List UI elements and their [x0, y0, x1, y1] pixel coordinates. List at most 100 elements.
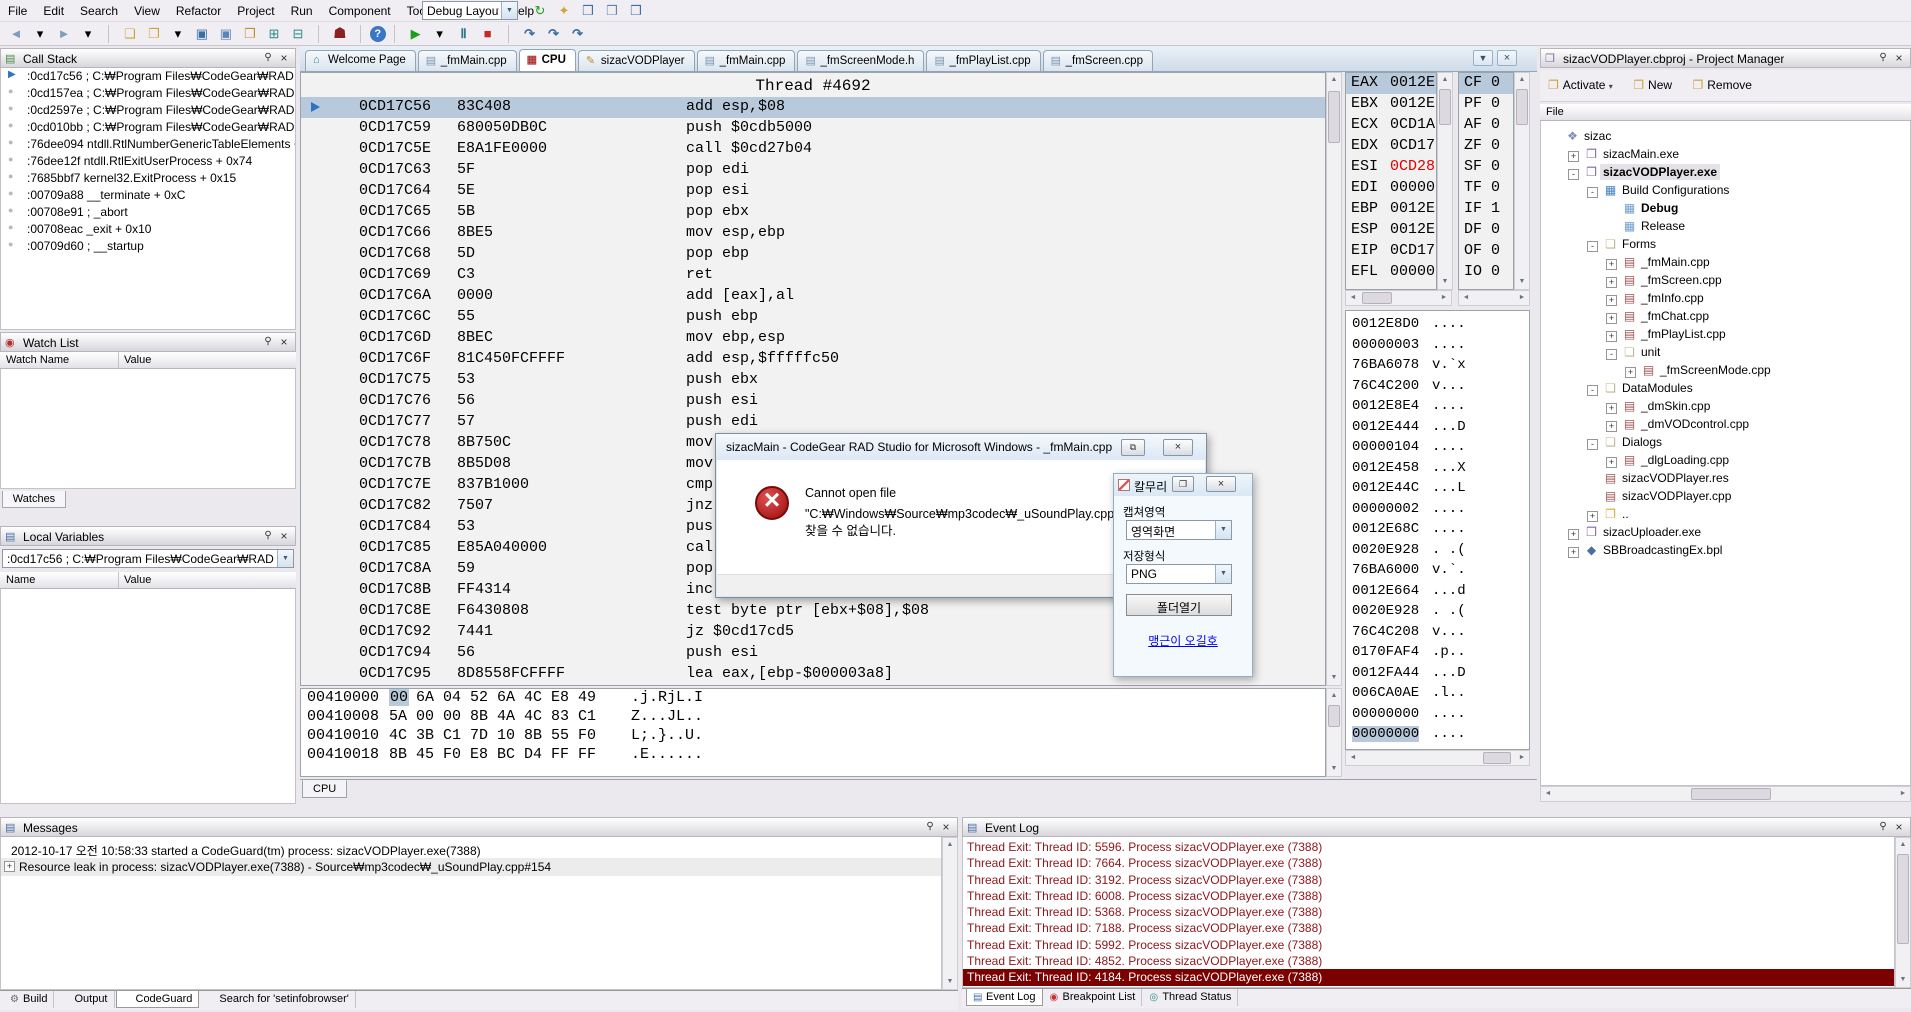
stack-row[interactable]: 0012E44C...L	[1346, 479, 1529, 500]
project-tree-row[interactable]: sizac	[1541, 129, 1910, 147]
capture-icon[interactable]: ❐	[1172, 476, 1194, 492]
project-tree-row[interactable]: Release	[1541, 219, 1910, 237]
disasm-row[interactable]: 0CD17C7757push edi	[301, 412, 1325, 433]
scroll-left-icon[interactable]	[1346, 751, 1360, 765]
pin-icon[interactable]	[261, 52, 275, 65]
file-toolbar-button[interactable]: ⊞	[262, 24, 286, 44]
project-tree-hscrollbar[interactable]	[1540, 786, 1911, 802]
editor-tab[interactable]: _fmScreen.cpp	[1043, 50, 1153, 71]
memory-row[interactable]: 004100104C 3B C1 7D 10 8B 55 F0L;.}..U.	[301, 727, 1325, 746]
stack-row[interactable]: 00000000....	[1346, 725, 1529, 746]
step-toolbar-button[interactable]: ↷	[566, 24, 590, 44]
editor-tab[interactable]: _fmMain.cpp	[697, 50, 796, 71]
disasm-row[interactable]: 0CD17C6C55push ebp	[301, 307, 1325, 328]
project-tree-row[interactable]: -DataModules	[1541, 381, 1910, 399]
flag-row[interactable]: SF0	[1459, 157, 1513, 178]
menu-item[interactable]: Component	[321, 0, 399, 21]
stack-hscrollbar[interactable]	[1345, 750, 1530, 766]
stack-row[interactable]: 0012E8E4....	[1346, 397, 1529, 418]
message-row[interactable]: +Resource leak in process: sizacVODPlaye…	[1, 858, 941, 876]
scroll-left-icon[interactable]	[1346, 291, 1360, 305]
stack-row[interactable]: 0170FAF4.p..	[1346, 643, 1529, 664]
chevron-down-icon[interactable]: ▼	[1215, 565, 1231, 583]
project-tree-row[interactable]: +sizacMain.exe	[1541, 147, 1910, 165]
layout-toolbar-icon[interactable]: ✦	[552, 0, 576, 21]
call-stack-row[interactable]: :00708eac _exit + 0x10	[1, 221, 295, 238]
editor-tab[interactable]: CPU	[519, 49, 576, 71]
project-tree-row[interactable]: -Build Configurations	[1541, 183, 1910, 201]
nav-toolbar-button[interactable]: ◄	[4, 24, 28, 44]
activate-button[interactable]: ❐Activate ▾	[1542, 74, 1619, 98]
tree-expander[interactable]: -	[1587, 439, 1598, 450]
disasm-row[interactable]: 0CD17C668BE5mov esp,ebp	[301, 223, 1325, 244]
file-toolbar-button[interactable]: ❐	[142, 24, 166, 44]
stack-row[interactable]: 006CA0AE.l..	[1346, 684, 1529, 705]
column-separator[interactable]	[118, 572, 119, 588]
chevron-down-icon[interactable]: ▼	[501, 2, 517, 19]
file-toolbar-button[interactable]: ▣	[190, 24, 214, 44]
scroll-down-icon[interactable]	[1438, 275, 1452, 289]
editor-tab[interactable]: _fmMain.cpp	[418, 50, 517, 71]
chevron-down-icon[interactable]: ▼	[1473, 50, 1493, 66]
call-stack-row[interactable]: :00709d60 ; __startup	[1, 238, 295, 255]
stack-row[interactable]: 76C4C208v...	[1346, 623, 1529, 644]
close-icon[interactable]	[277, 530, 291, 543]
menu-item[interactable]: Edit	[35, 0, 72, 21]
scroll-up-icon[interactable]	[1438, 73, 1452, 87]
project-tree-row[interactable]: -Forms	[1541, 237, 1910, 255]
close-icon[interactable]	[1892, 821, 1906, 834]
scroll-right-icon[interactable]	[1515, 291, 1529, 305]
event-log-tab[interactable]: Breakpoint List	[1044, 989, 1143, 1006]
tree-expander[interactable]: -	[1606, 349, 1617, 360]
call-stack-row[interactable]: :0cd010bb ; C:₩Program Files₩CodeGear₩RA…	[1, 119, 295, 136]
scroll-down-icon[interactable]	[943, 975, 957, 989]
project-tree-row[interactable]: +_fmScreen.cpp	[1541, 273, 1910, 291]
watches-tab[interactable]: Watches	[2, 491, 66, 508]
run-toolbar-button[interactable]: ▾	[428, 24, 452, 44]
file-toolbar-button[interactable]: ⊟	[286, 24, 310, 44]
cpu-tab[interactable]: CPU	[302, 780, 347, 798]
column-separator[interactable]	[118, 352, 119, 368]
tree-expander[interactable]: -	[1568, 169, 1579, 180]
scroll-up-icon[interactable]	[943, 838, 957, 852]
scroll-right-icon[interactable]	[1437, 291, 1451, 305]
help-insight-icon[interactable]: ?	[370, 26, 386, 42]
messages-scrollbar[interactable]	[942, 837, 958, 990]
tree-expander[interactable]: +	[1625, 367, 1636, 378]
run-toolbar-button[interactable]: ▶	[404, 24, 428, 44]
flag-row[interactable]: OF0	[1459, 241, 1513, 262]
scroll-up-icon[interactable]	[1327, 73, 1341, 87]
watch-value-column[interactable]: Value	[124, 354, 151, 366]
stack-row[interactable]: 0012E68C....	[1346, 520, 1529, 541]
disasm-row[interactable]: 0CD17C655Bpop ebx	[301, 202, 1325, 223]
disasm-row[interactable]: 0CD17C685Dpop ebp	[301, 244, 1325, 265]
flag-row[interactable]: DF0	[1459, 220, 1513, 241]
call-stack-row[interactable]: :0cd157ea ; C:₩Program Files₩CodeGear₩RA…	[1, 85, 295, 102]
register-row[interactable]: ESP0012E	[1346, 220, 1436, 241]
file-toolbar-button[interactable]: ❐	[238, 24, 262, 44]
scroll-down-icon[interactable]	[1515, 275, 1529, 289]
project-tree-row[interactable]: sizacVODPlayer.cpp	[1541, 489, 1910, 507]
pin-icon[interactable]	[261, 336, 275, 349]
event-log-scrollbar[interactable]	[1895, 837, 1911, 988]
pin-icon[interactable]	[261, 530, 275, 543]
call-stack-row[interactable]: :00708e91 ; _abort	[1, 204, 295, 221]
scroll-up-icon[interactable]	[1515, 73, 1529, 87]
tree-expander[interactable]: +	[1606, 259, 1617, 270]
remove-button[interactable]: ❐Remove	[1687, 74, 1758, 98]
project-tree-row[interactable]: -Dialogs	[1541, 435, 1910, 453]
open-folder-button[interactable]: 폴더열기	[1126, 594, 1232, 616]
tree-expander[interactable]: +	[1606, 313, 1617, 324]
layout-toolbar-icon[interactable]: ↻	[528, 0, 552, 21]
stack-row[interactable]: 0020E928. .(	[1346, 541, 1529, 562]
tree-expander[interactable]: -	[1587, 241, 1598, 252]
close-icon[interactable]: ×	[1497, 50, 1517, 66]
stack-row[interactable]: 0012E458...X	[1346, 459, 1529, 480]
scroll-down-icon[interactable]	[1327, 671, 1341, 685]
messages-tab[interactable]: Build	[4, 991, 54, 1008]
scroll-right-icon[interactable]	[1896, 787, 1910, 801]
memory-dump-pane[interactable]: 00410000006A 04 52 6A 4C E8 49.j.RjL.I00…	[300, 688, 1326, 777]
flags-scrollbar[interactable]	[1514, 72, 1530, 290]
stack-row[interactable]: 0020E928. .(	[1346, 602, 1529, 623]
menu-item[interactable]: Project	[229, 0, 282, 21]
